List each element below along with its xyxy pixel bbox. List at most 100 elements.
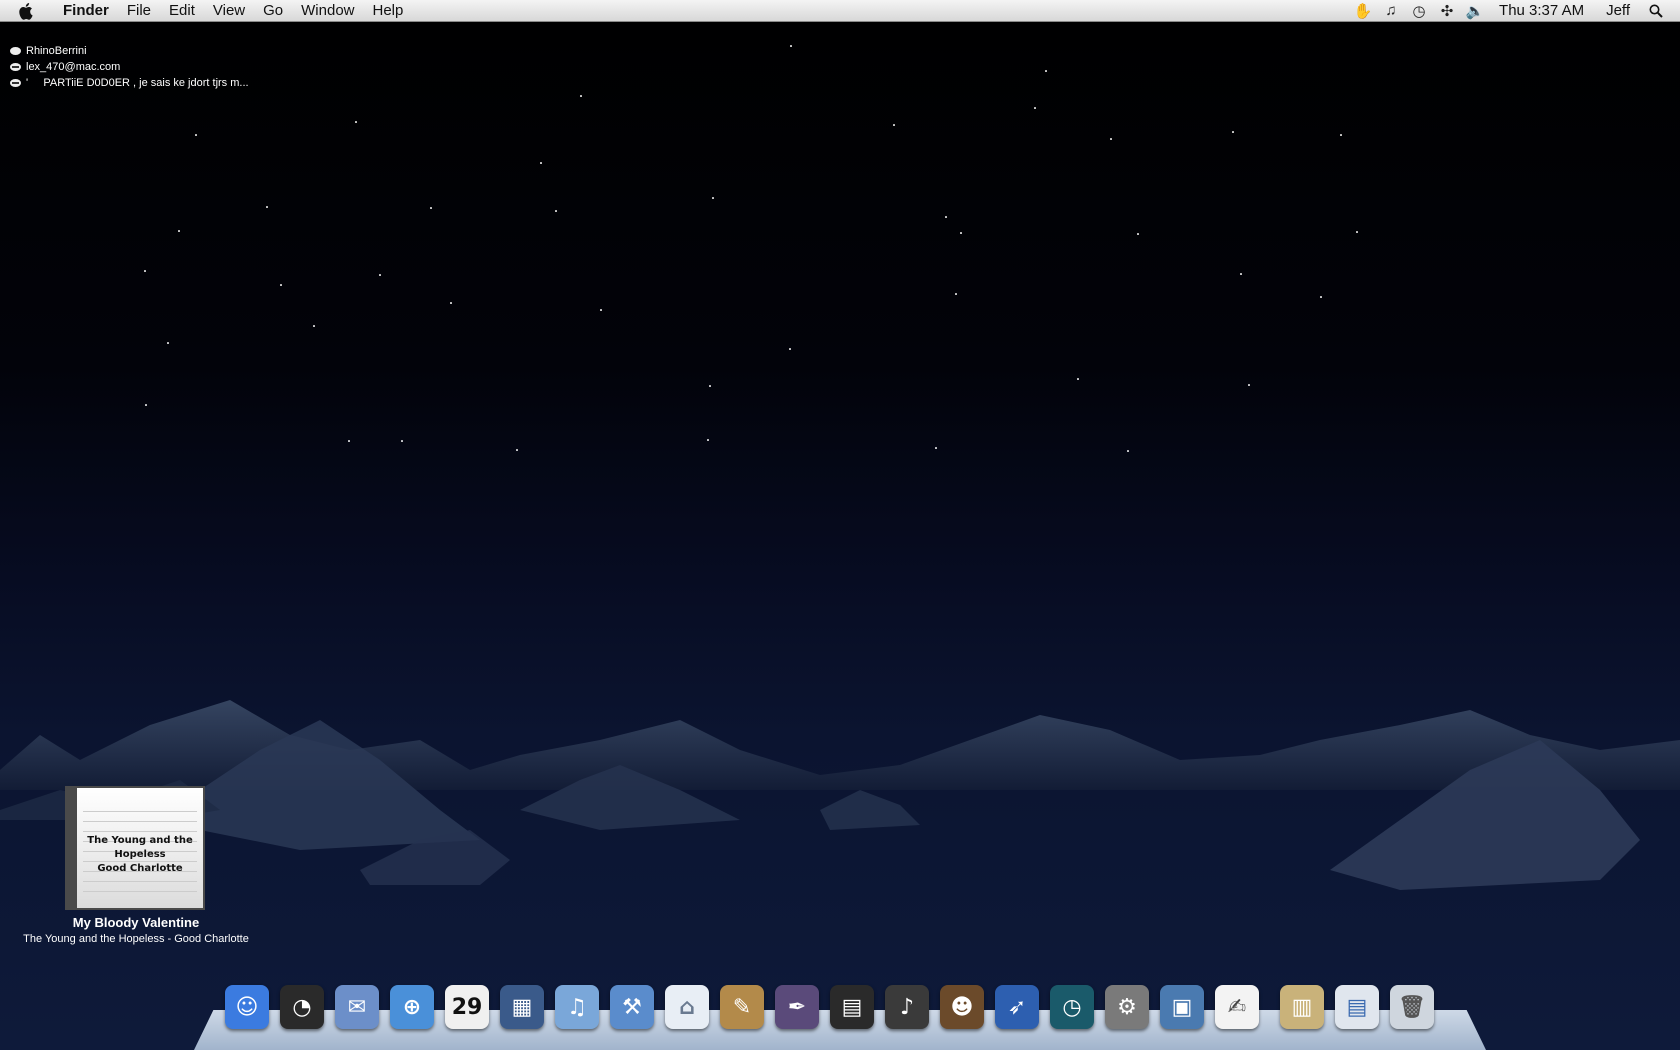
star [955,293,957,295]
star [1034,107,1036,109]
dock-item-downloads-stack[interactable]: ▤ [1332,982,1382,1032]
star [540,162,542,164]
dock-item-xcode[interactable]: ⚒ [607,982,657,1032]
star [450,302,452,304]
dock-item-quill[interactable]: ✒ [772,982,822,1032]
dock-item-dashboard[interactable]: ◔ [277,982,327,1032]
star [266,206,268,208]
dock-item-finder[interactable]: ☺ [222,982,272,1032]
menu-file[interactable]: File [118,0,160,22]
away-status-icon [10,63,21,71]
buddy-list: RhinoBerrini lex_470@mac.com ' PARTiiE D… [10,43,249,91]
star [600,309,602,311]
album-cover-artist: Good Charlotte [97,863,183,874]
star [430,207,432,209]
dock-item-evernote[interactable]: ✎ [717,982,767,1032]
system-preferences-icon: ⚙ [1105,985,1149,1029]
star [1240,273,1242,275]
igloo-icon: ⌂ [665,985,709,1029]
menu-help[interactable]: Help [364,0,413,22]
menu-app-name[interactable]: Finder [54,0,118,22]
star [960,232,962,234]
star [178,230,180,232]
dock-item-mail[interactable]: ✉ [332,982,382,1032]
star [945,216,947,218]
dock-item-documents-stack[interactable]: ▥ [1277,982,1327,1032]
dock: ☺ ◔ ✉ ⊕ 29 ▦ ♫ ⚒ ⌂ ✎ ✒ ▤ ♪ ☻ ➶ ◷ ⚙ ▣ ✍ ▥ ▤ 🗑 [222,980,1442,1032]
dock-item-spaces[interactable]: ▦ [497,982,547,1032]
track-title: My Bloody Valentine [72,915,200,930]
time-machine-icon: ◷ [1050,985,1094,1029]
finder-icon: ☺ [225,985,269,1029]
album-art-cd-case[interactable]: The Young and the Hopeless Good Charlott… [65,786,205,910]
buddy-name: RhinoBerrini [26,45,87,57]
buddy-item[interactable]: ' PARTiiE D0D0ER , je sais ke jdort tjrs… [10,75,249,91]
star [355,121,357,123]
dock-item-time-machine[interactable]: ◷ [1047,982,1097,1032]
dock-item-imovie[interactable]: ▤ [827,982,877,1032]
dock-item-feather[interactable]: ➶ [992,982,1042,1032]
buddy-item[interactable]: lex_470@mac.com [10,59,249,75]
star [379,274,381,276]
iphoto-icon: ▣ [1160,985,1204,1029]
fast-user-switch[interactable]: Jeff [1594,2,1642,19]
star [144,270,146,272]
star [280,284,282,286]
time-machine-icon[interactable]: ◷ [1405,2,1433,20]
menu-bar: Finder File Edit View Go Window Help ✋ ♫… [0,0,1680,22]
star [707,439,709,441]
menu-view[interactable]: View [204,0,254,22]
menu-go[interactable]: Go [254,0,292,22]
star [893,124,895,126]
menu-clock[interactable]: Thu 3:37 AM [1489,2,1594,19]
mountain-range [0,700,1680,890]
music-note-icon[interactable]: ♫ [1377,2,1405,19]
menu-edit[interactable]: Edit [160,0,204,22]
dock-item-safari[interactable]: ⊕ [387,982,437,1032]
star [145,404,147,406]
star [1232,131,1234,133]
apple-menu-icon[interactable] [0,2,54,20]
star [401,440,403,442]
status-area: ✋ ♫ ◷ ✣ 🔈 Thu 3:37 AM Jeff [1349,0,1680,22]
dock-item-ical[interactable]: 29 [442,982,492,1032]
mail-icon: ✉ [335,985,379,1029]
documents-stack-icon: ▥ [1280,985,1324,1029]
dock-item-trash[interactable]: 🗑 [1387,982,1437,1032]
star [348,440,350,442]
dock-item-monkey[interactable]: ☻ [937,982,987,1032]
dock-item-igloo[interactable]: ⌂ [662,982,712,1032]
dock-item-iphoto[interactable]: ▣ [1157,982,1207,1032]
quill-icon: ✒ [775,985,819,1029]
star [516,449,518,451]
buddy-item[interactable]: RhinoBerrini [10,43,249,59]
bluetooth-icon[interactable]: ✣ [1433,2,1461,20]
dock-item-garageband[interactable]: ♪ [882,982,932,1032]
star [1110,138,1112,140]
star [313,325,315,327]
star [195,134,197,136]
garageband-icon: ♪ [885,985,929,1029]
track-album-artist: The Young and the Hopeless - Good Charlo… [23,933,249,945]
star [789,348,791,350]
star [1127,450,1129,452]
ical-icon: 29 [445,985,489,1029]
feather-icon: ➶ [995,985,1039,1029]
growl-icon[interactable]: ✋ [1349,2,1377,20]
star [1137,233,1139,235]
dock-item-textedit[interactable]: ✍ [1212,982,1262,1032]
volume-icon[interactable]: 🔈 [1461,2,1489,20]
available-status-icon [10,47,21,55]
star [935,447,937,449]
spotlight-search-icon[interactable] [1642,4,1670,18]
away-status-icon [10,79,21,87]
dock-item-system-preferences[interactable]: ⚙ [1102,982,1152,1032]
star [167,342,169,344]
star [555,210,557,212]
menu-window[interactable]: Window [292,0,363,22]
dashboard-icon: ◔ [280,985,324,1029]
spaces-icon: ▦ [500,985,544,1029]
dock-item-itunes[interactable]: ♫ [552,982,602,1032]
star [712,197,714,199]
album-cover-title: The Young and the Hopeless [87,835,193,860]
